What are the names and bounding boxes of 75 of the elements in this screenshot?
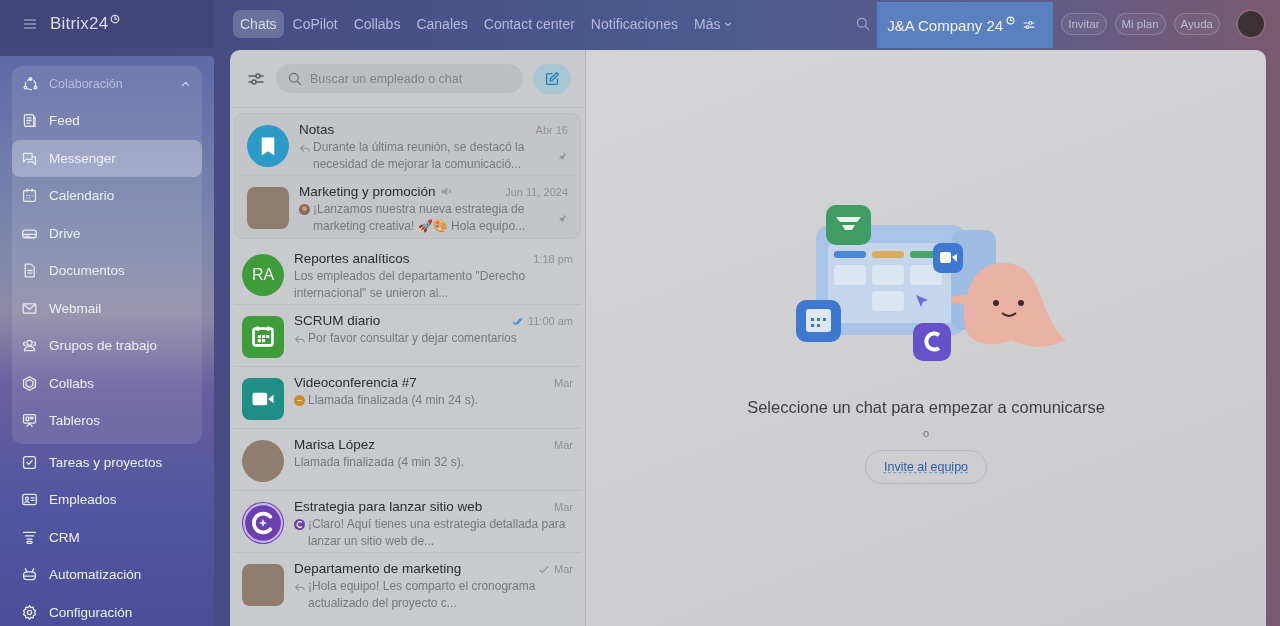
clock-icon (1006, 15, 1016, 25)
circle-dots-icon (22, 75, 39, 93)
calendar-icon (21, 187, 38, 205)
sidebar-item[interactable]: Collabs (12, 364, 202, 402)
chat-item[interactable]: RA Reportes analíticos 1:18 pm Los empleados del departamento "Derecho internacional" se unieron al... (234, 243, 581, 305)
header-button[interactable]: Invitar (1061, 13, 1107, 35)
chat-name: Marisa López (294, 437, 376, 452)
chat-time: 11:00 am (527, 314, 573, 327)
sidebar-item[interactable]: Webmail (12, 289, 202, 327)
new-chat-button[interactable] (533, 63, 571, 94)
chat-name: Departamento de marketing (294, 561, 462, 576)
message-preview: Llamada finalizada (4 min 32 s). (294, 454, 466, 471)
logo[interactable]: Bitrix24 (50, 14, 109, 34)
nav-tab[interactable]: Chats (233, 10, 284, 38)
chat-time: Mar (554, 438, 573, 451)
separator-text: o (922, 427, 930, 439)
message-preview: Por favor consultar y dejar comentarios (308, 330, 518, 347)
checkbox-icon (21, 453, 38, 471)
header-button[interactable]: Mi plan (1114, 13, 1166, 35)
sidebar-item[interactable]: Messenger (12, 139, 202, 177)
nav-tab[interactable]: CoPilot (285, 10, 345, 38)
company-button[interactable]: J&A Company 24 (877, 2, 1054, 48)
message-preview: Llamada finalizada (4 min 24 s). (308, 392, 480, 409)
chat-item[interactable]: Marisa López Mar Llamada finalizada (4 min 32 s). (234, 429, 581, 491)
group-header[interactable]: Colaboración (12, 66, 202, 102)
menu-icon[interactable] (22, 16, 38, 32)
chat-item[interactable]: SCRUM diario 11:00 am Por favor consultar y dejar comentarios (234, 305, 581, 367)
sidebar-item[interactable]: Tareas y proyectos (12, 443, 202, 481)
message-preview: ¡Claro! Aquí tienes una estrategia detallada para lanzar un sitio web de... (308, 516, 567, 550)
message-preview: Durante la última reunión, se destacó la necesidad de mejorar la comunicació... (313, 139, 526, 173)
sidebar-item[interactable]: Grupos de trabajo (12, 327, 202, 365)
search-icon[interactable] (855, 16, 872, 32)
chat-name: Estrategia para lanzar sitio web (294, 499, 483, 514)
nav-tab[interactable]: Collabs (346, 10, 408, 38)
chat-name: Reportes analíticos (294, 251, 410, 266)
user-avatar[interactable] (1236, 9, 1266, 39)
nav-tab[interactable]: Más (687, 10, 741, 38)
message-preview: ¡Lanzamos nuestra nueva estrategia de marketing creativa! 🚀🎨 Hola equipo... (313, 201, 527, 235)
chat-item[interactable]: Departamento de marketing Mar ¡Hola equipo! Les comparto el cronograma actualizado del proyecto c... (234, 553, 581, 615)
chat-time: Mar (554, 500, 573, 513)
nav-tab[interactable]: Canales (409, 10, 475, 38)
board-icon (21, 412, 38, 430)
chat-item[interactable]: Estrategia para lanzar sitio web Mar ¡Claro! Aquí tienes una estrategia detallada para lanzar un sitio web de... (234, 491, 581, 553)
sidebar-item[interactable]: Drive (12, 214, 202, 252)
sidebar-item[interactable]: Tableros (12, 402, 202, 440)
header-button[interactable]: Ayuda (1173, 13, 1220, 35)
empty-state-message: Seleccione un chat para empezar a comunicarse (747, 398, 1105, 417)
search-icon (287, 71, 303, 87)
feed-icon (21, 112, 38, 130)
message-preview: Los empleados del departamento "Derecho internacional" se unieron al... (294, 268, 527, 302)
sidebar-item[interactable]: Documentos (12, 252, 202, 290)
edit-icon (543, 69, 561, 88)
chat-time: Mar (554, 376, 573, 389)
chat-name: SCRUM diario (294, 313, 381, 328)
sidebar-item[interactable]: Empleados (12, 481, 202, 519)
search-field[interactable]: Buscar un empleado o chat (276, 64, 523, 93)
chat-time: 1:18 pm (533, 252, 573, 265)
message-preview: ¡Hola equipo! Les comparto el cronograma actualizado del proyecto c... (308, 578, 537, 612)
chat-item[interactable]: Videoconferencia #7 Mar Llamada finalizada (4 min 24 s). (234, 367, 581, 429)
nav-tab[interactable]: Notificaciones (583, 10, 685, 38)
sidebar-item[interactable]: Configuración (12, 593, 202, 626)
chat-name: Notas (299, 122, 335, 137)
chat-name: Videoconferencia #7 (294, 375, 417, 390)
hexagon-icon (21, 374, 38, 392)
chat-time: Mar (554, 562, 573, 575)
sliders-icon (1022, 18, 1037, 32)
avatar: RA (242, 254, 284, 296)
sidebar-item[interactable]: Feed (12, 102, 202, 140)
chat-name: Marketing y promoción (299, 184, 436, 199)
nav-tab[interactable]: Contact center (476, 10, 582, 38)
settings-icon (21, 603, 38, 621)
sidebar-item[interactable]: Automatización (12, 556, 202, 594)
clock-icon (110, 14, 121, 24)
sidebar-item[interactable]: Calendario (12, 177, 202, 215)
sidebar-item[interactable]: CRM (12, 518, 202, 556)
